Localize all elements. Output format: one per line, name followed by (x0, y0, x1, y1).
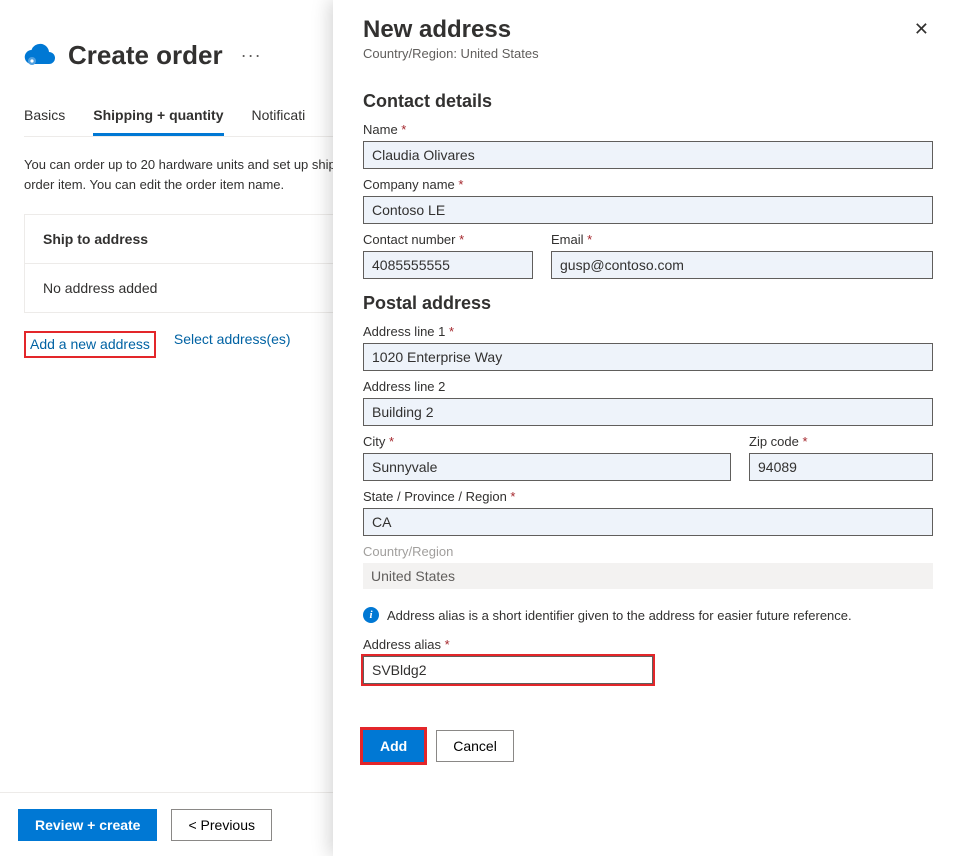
zip-label: Zip code (749, 434, 933, 449)
page-title: Create order (68, 40, 223, 71)
close-icon[interactable]: ✕ (910, 16, 933, 42)
select-addresses-link[interactable]: Select address(es) (174, 331, 291, 358)
contact-number-label: Contact number (363, 232, 533, 247)
city-field[interactable] (363, 453, 731, 481)
new-address-panel: New address Country/Region: United State… (333, 0, 963, 856)
email-label: Email (551, 232, 933, 247)
zip-field[interactable] (749, 453, 933, 481)
info-icon: i (363, 607, 379, 623)
email-field[interactable] (551, 251, 933, 279)
add-new-address-link[interactable]: Add a new address (30, 336, 150, 352)
state-label: State / Province / Region (363, 489, 933, 504)
state-field[interactable] (363, 508, 933, 536)
contact-details-heading: Contact details (363, 91, 933, 112)
postal-address-heading: Postal address (363, 293, 933, 314)
alias-label: Address alias (363, 637, 933, 652)
more-actions-button[interactable]: ··· (235, 45, 268, 66)
address-line1-label: Address line 1 (363, 324, 933, 339)
alias-field[interactable] (363, 656, 653, 684)
add-button[interactable]: Add (363, 730, 424, 762)
alias-info-text: Address alias is a short identifier give… (387, 608, 852, 623)
cancel-button[interactable]: Cancel (436, 730, 514, 762)
cloud-icon (24, 41, 56, 70)
company-field[interactable] (363, 196, 933, 224)
address-line1-field[interactable] (363, 343, 933, 371)
panel-subtitle: Country/Region: United States (363, 46, 539, 61)
previous-button[interactable]: < Previous (171, 809, 272, 841)
panel-title: New address (363, 16, 539, 44)
tab-shipping-quantity[interactable]: Shipping + quantity (93, 99, 223, 136)
address-line2-field[interactable] (363, 398, 933, 426)
company-label: Company name (363, 177, 933, 192)
city-label: City (363, 434, 731, 449)
contact-number-field[interactable] (363, 251, 533, 279)
review-create-button[interactable]: Review + create (18, 809, 157, 841)
address-line2-label: Address line 2 (363, 379, 933, 394)
name-field[interactable] (363, 141, 933, 169)
country-label: Country/Region (363, 544, 933, 559)
tab-notifications[interactable]: Notificati (252, 99, 306, 136)
country-field (363, 563, 933, 589)
name-label: Name (363, 122, 933, 137)
tab-basics[interactable]: Basics (24, 99, 65, 136)
